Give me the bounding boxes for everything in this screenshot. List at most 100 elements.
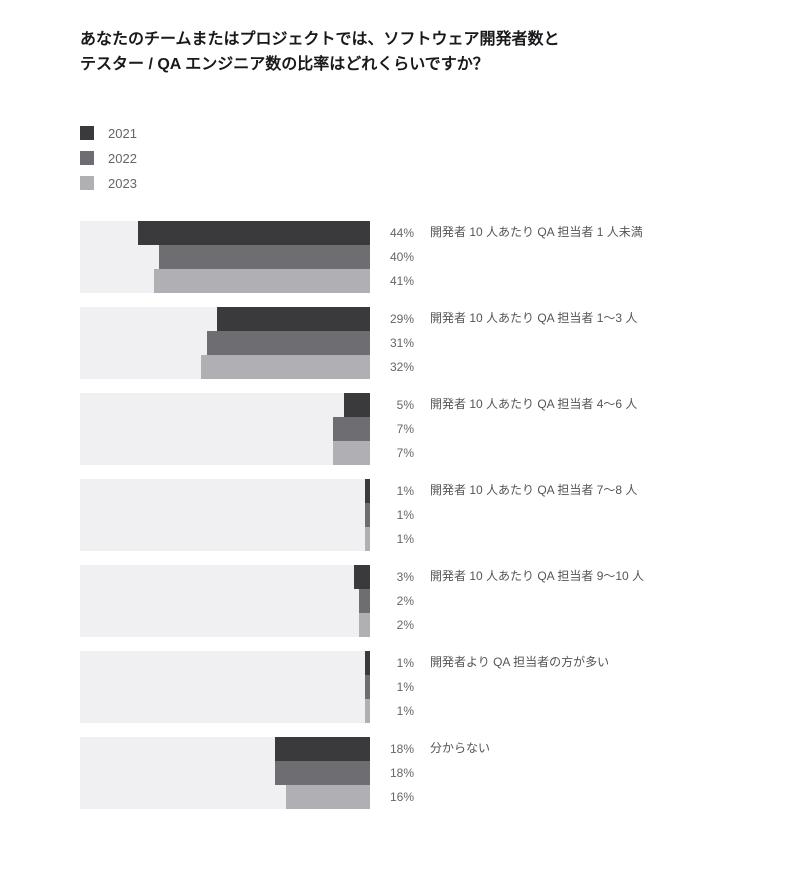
bar-value-label: 41% (370, 274, 430, 288)
bar-value-label: 1% (370, 656, 430, 670)
chart-bar-row: 1% (80, 699, 720, 723)
chart-bar-row: 32% (80, 355, 720, 379)
bar-fill (354, 565, 370, 589)
bar-track (80, 479, 370, 503)
bar-fill (217, 307, 370, 331)
bar-track (80, 417, 370, 441)
bar-fill (344, 393, 370, 417)
category-label: 開発者 10 人あたり QA 担当者 7〜8 人 (430, 483, 637, 499)
chart-bar-row: 29%開発者 10 人あたり QA 担当者 1〜3 人 (80, 307, 720, 331)
bar-value-label: 2% (370, 618, 430, 632)
legend-swatch (80, 176, 94, 190)
bar-track (80, 651, 370, 675)
bar-value-label: 1% (370, 704, 430, 718)
bar-track (80, 699, 370, 723)
bar-track (80, 737, 370, 761)
bar-fill (154, 269, 370, 293)
legend-label: 2023 (108, 176, 137, 191)
chart-bar-row: 18% (80, 761, 720, 785)
bar-track (80, 565, 370, 589)
chart-category-group: 1%開発者より QA 担当者の方が多い1%1% (80, 651, 720, 723)
category-label: 開発者 10 人あたり QA 担当者 4〜6 人 (430, 397, 637, 413)
chart-bar-row: 1% (80, 675, 720, 699)
bar-fill (138, 221, 370, 245)
bar-fill (365, 479, 370, 503)
bar-value-label: 2% (370, 594, 430, 608)
bar-track (80, 613, 370, 637)
bar-value-label: 1% (370, 680, 430, 694)
chart-category-group: 3%開発者 10 人あたり QA 担当者 9〜10 人2%2% (80, 565, 720, 637)
chart-bar-row: 1% (80, 527, 720, 551)
bar-track (80, 761, 370, 785)
chart-category-group: 18%分からない 18% 16% (80, 737, 720, 809)
bar-value-label: 3% (370, 570, 430, 584)
bar-value-label: 18% (370, 766, 430, 780)
bar-value-label: 1% (370, 532, 430, 546)
chart-bar-row: 1%開発者より QA 担当者の方が多い (80, 651, 720, 675)
bar-fill (365, 675, 370, 699)
bar-value-label: 1% (370, 484, 430, 498)
bar-fill (365, 651, 370, 675)
bar-track (80, 307, 370, 331)
chart-bar-row: 5%開発者 10 人あたり QA 担当者 4〜6 人 (80, 393, 720, 417)
chart-bar-row: 7% (80, 441, 720, 465)
legend-label: 2022 (108, 151, 137, 166)
bar-fill (333, 417, 370, 441)
bar-track (80, 441, 370, 465)
chart-area: 44%開発者 10 人あたり QA 担当者 1 人未満40%41%29%開発者 … (80, 221, 802, 809)
bar-track (80, 331, 370, 355)
category-label: 開発者 10 人あたり QA 担当者 1〜3 人 (430, 311, 637, 327)
chart-bar-row: 1% (80, 503, 720, 527)
chart-bar-row: 1%開発者 10 人あたり QA 担当者 7〜8 人 (80, 479, 720, 503)
category-label: 分からない (430, 741, 490, 757)
legend-swatch (80, 151, 94, 165)
bar-fill (333, 441, 370, 465)
chart-bar-row: 41% (80, 269, 720, 293)
chart-title: あなたのチームまたはプロジェクトでは、ソフトウェア開発者数とテスター / QA … (80, 28, 560, 78)
legend-item: 2023 (80, 176, 802, 191)
bar-fill (207, 331, 370, 355)
legend-item: 2021 (80, 126, 802, 141)
bar-value-label: 32% (370, 360, 430, 374)
chart-bar-row: 40% (80, 245, 720, 269)
bar-track (80, 503, 370, 527)
chart-bar-row: 2% (80, 589, 720, 613)
bar-fill (365, 527, 370, 551)
bar-track (80, 785, 370, 809)
bar-track (80, 269, 370, 293)
chart-category-group: 1%開発者 10 人あたり QA 担当者 7〜8 人1%1% (80, 479, 720, 551)
bar-fill (365, 503, 370, 527)
chart-bar-row: 18%分からない (80, 737, 720, 761)
chart-category-group: 29%開発者 10 人あたり QA 担当者 1〜3 人31%32% (80, 307, 720, 379)
bar-value-label: 7% (370, 422, 430, 436)
bar-fill (201, 355, 370, 379)
bar-track (80, 393, 370, 417)
bar-track (80, 355, 370, 379)
category-label: 開発者より QA 担当者の方が多い (430, 655, 609, 671)
bar-track (80, 527, 370, 551)
bar-value-label: 5% (370, 398, 430, 412)
chart-category-group: 44%開発者 10 人あたり QA 担当者 1 人未満40% 41% (80, 221, 720, 293)
chart-category-group: 5%開発者 10 人あたり QA 担当者 4〜6 人7%7% (80, 393, 720, 465)
bar-value-label: 40% (370, 250, 430, 264)
chart-bar-row: 16% (80, 785, 720, 809)
chart-bar-row: 31% (80, 331, 720, 355)
bar-value-label: 29% (370, 312, 430, 326)
bar-fill (275, 737, 370, 761)
bar-value-label: 44% (370, 226, 430, 240)
bar-fill (359, 613, 370, 637)
bar-fill (159, 245, 370, 269)
bar-track (80, 245, 370, 269)
bar-value-label: 1% (370, 508, 430, 522)
category-label: 開発者 10 人あたり QA 担当者 9〜10 人 (430, 569, 644, 585)
bar-fill (275, 761, 370, 785)
bar-value-label: 31% (370, 336, 430, 350)
bar-fill (286, 785, 370, 809)
chart-legend: 2021 2022 2023 (80, 126, 802, 191)
bar-track (80, 221, 370, 245)
chart-bar-row: 2% (80, 613, 720, 637)
category-label: 開発者 10 人あたり QA 担当者 1 人未満 (430, 225, 643, 241)
bar-value-label: 16% (370, 790, 430, 804)
bar-track (80, 675, 370, 699)
bar-fill (359, 589, 370, 613)
